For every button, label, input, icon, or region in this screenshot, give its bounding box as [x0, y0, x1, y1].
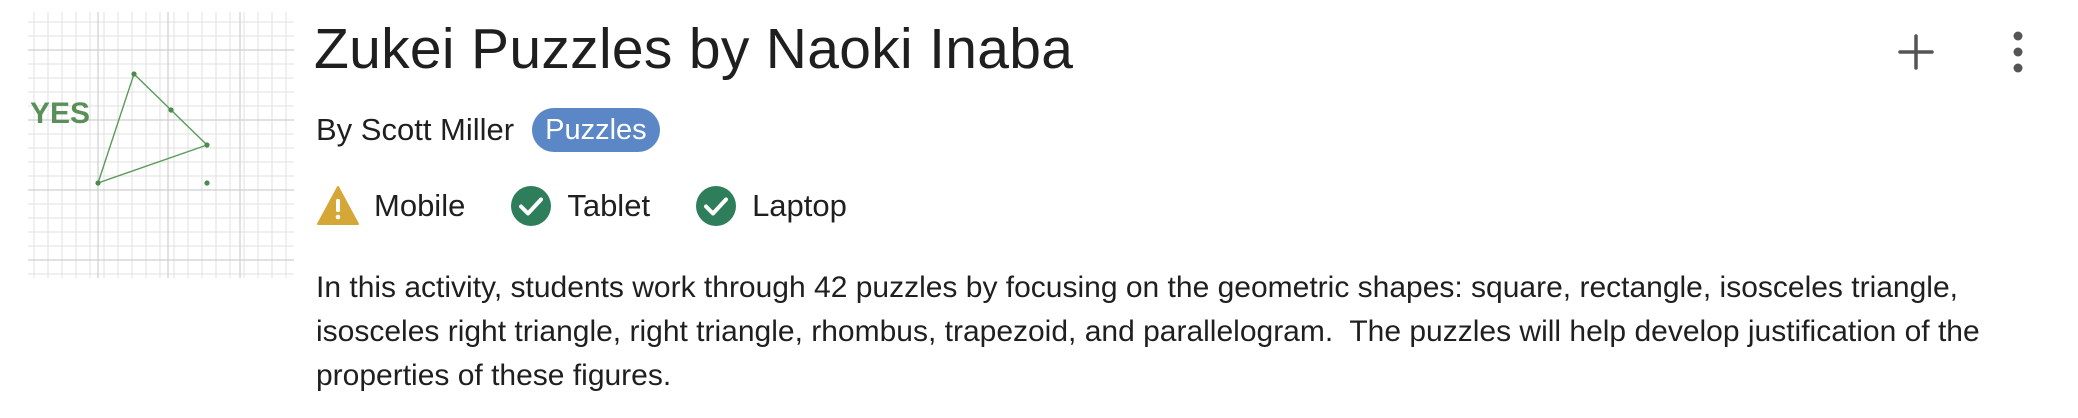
more-options-button[interactable]: [1990, 24, 2046, 80]
add-button[interactable]: [1888, 24, 1944, 80]
device-label-laptop: Laptop: [752, 188, 847, 223]
check-circle-icon: [696, 186, 737, 226]
device-label-mobile: Mobile: [374, 188, 466, 223]
activity-description: In this activity, students work through …: [316, 271, 1989, 392]
device-tablet: Tablet: [509, 184, 650, 228]
device-compatibility: Mobile Tablet Laptop: [316, 183, 891, 229]
device-mobile: Mobile: [316, 184, 465, 228]
activity-title[interactable]: Zukei Puzzles by Naoki Inaba: [314, 10, 1073, 88]
more-vertical-icon: [2013, 31, 2023, 73]
thumbnail-points: [95, 71, 210, 186]
thumbnail-answer-text: YES: [30, 97, 90, 130]
plus-icon: [1898, 34, 1934, 70]
byline: By Scott Miller Puzzles: [316, 108, 660, 152]
check-circle-icon: [511, 186, 552, 226]
warning-icon: [317, 186, 359, 225]
author-name: By Scott Miller: [316, 112, 515, 147]
device-label-tablet: Tablet: [567, 188, 651, 223]
thumbnail-major-grid: [28, 12, 294, 278]
tag-badge[interactable]: Puzzles: [532, 108, 660, 152]
thumbnail-grid: [28, 12, 294, 278]
device-laptop: Laptop: [694, 184, 847, 228]
thumbnail-triangle: [96, 72, 209, 185]
activity-thumbnail[interactable]: YES: [28, 12, 294, 278]
